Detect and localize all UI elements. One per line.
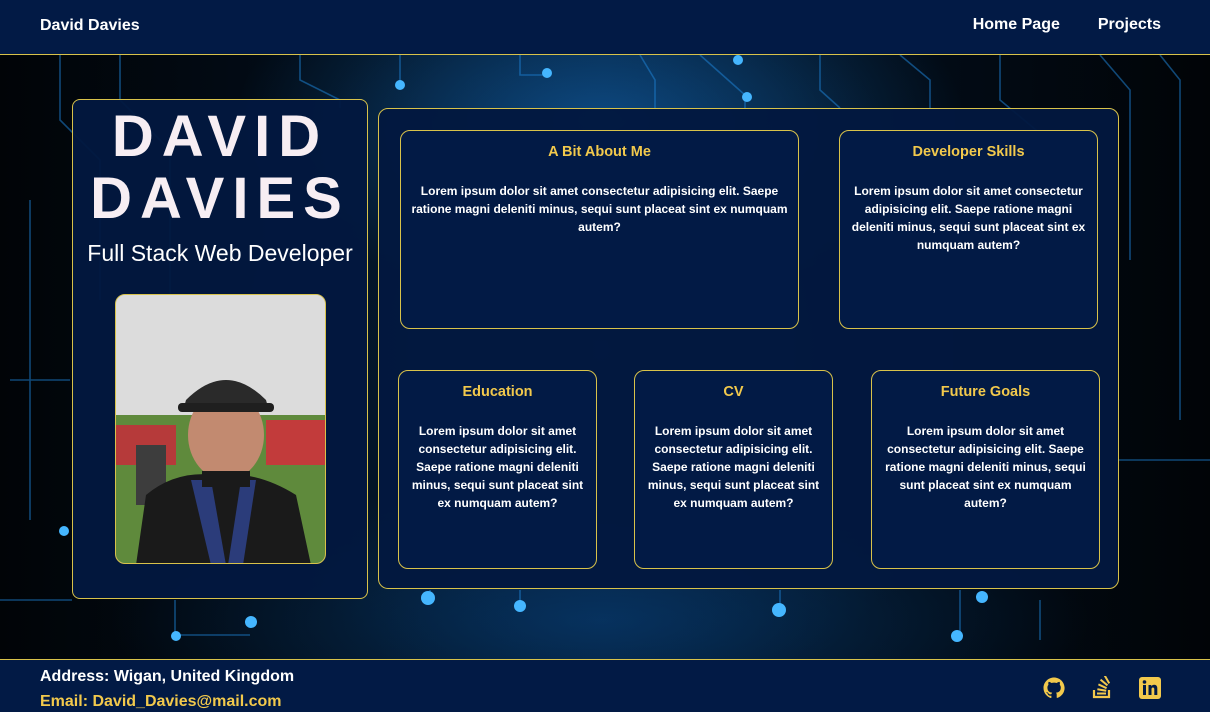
email-link[interactable]: David_Davies@mail.com — [92, 693, 281, 710]
social-links — [1042, 675, 1162, 700]
card-about-me: A Bit About Me Lorem ipsum dolor sit ame… — [400, 130, 799, 329]
profile-name: DAVID DAVIES — [73, 106, 367, 230]
card-title: Future Goals — [940, 384, 1031, 400]
card-title: A Bit About Me — [548, 144, 651, 160]
card-text: Lorem ipsum dolor sit amet consectetur a… — [647, 424, 820, 510]
card-text: Lorem ipsum dolor sit amet consectetur a… — [885, 424, 1086, 510]
nav-link-projects[interactable]: Projects — [1098, 16, 1161, 34]
profile-name-first: DAVID — [111, 104, 329, 169]
card-developer-skills: Developer Skills Lorem ipsum dolor sit a… — [839, 130, 1098, 329]
card-future-goals: Future Goals Lorem ipsum dolor sit amet … — [871, 370, 1100, 569]
footer-email: Email: David_Davies@mail.com — [40, 693, 282, 711]
card-cv: CV Lorem ipsum dolor sit amet consectetu… — [634, 370, 833, 569]
profile-name-last: DAVIES — [90, 166, 350, 231]
card-education: Education Lorem ipsum dolor sit amet con… — [398, 370, 597, 569]
card-title: Developer Skills — [912, 144, 1025, 160]
footer-address: Address: Wigan, United Kingdom — [40, 668, 294, 686]
profile-photo — [115, 294, 326, 564]
linkedin-icon[interactable] — [1138, 676, 1162, 700]
address-value: Wigan, United Kingdom — [113, 668, 295, 685]
nav-links: Home Page Projects — [973, 16, 1161, 34]
profile-card: DAVID DAVIES Full Stack Web Developer — [72, 99, 368, 599]
card-title: Education — [462, 384, 533, 400]
card-text: Lorem ipsum dolor sit amet consectetur a… — [411, 424, 584, 510]
address-label: Address: — [40, 668, 110, 685]
top-navbar: David Davies Home Page Projects — [0, 0, 1210, 55]
email-label: Email: — [40, 693, 89, 710]
profile-role: Full Stack Web Developer — [87, 240, 353, 266]
stack-overflow-icon[interactable] — [1090, 675, 1114, 700]
card-title: CV — [723, 384, 744, 400]
github-icon[interactable] — [1042, 676, 1066, 700]
footer: Address: Wigan, United Kingdom Email: Da… — [0, 659, 1210, 712]
brand-name[interactable]: David Davies — [40, 17, 140, 35]
card-text: Lorem ipsum dolor sit amet consectetur a… — [411, 184, 788, 234]
content-panel: A Bit About Me Lorem ipsum dolor sit ame… — [378, 108, 1119, 589]
nav-link-home-page[interactable]: Home Page — [973, 16, 1060, 34]
card-text: Lorem ipsum dolor sit amet consectetur a… — [851, 184, 1086, 252]
